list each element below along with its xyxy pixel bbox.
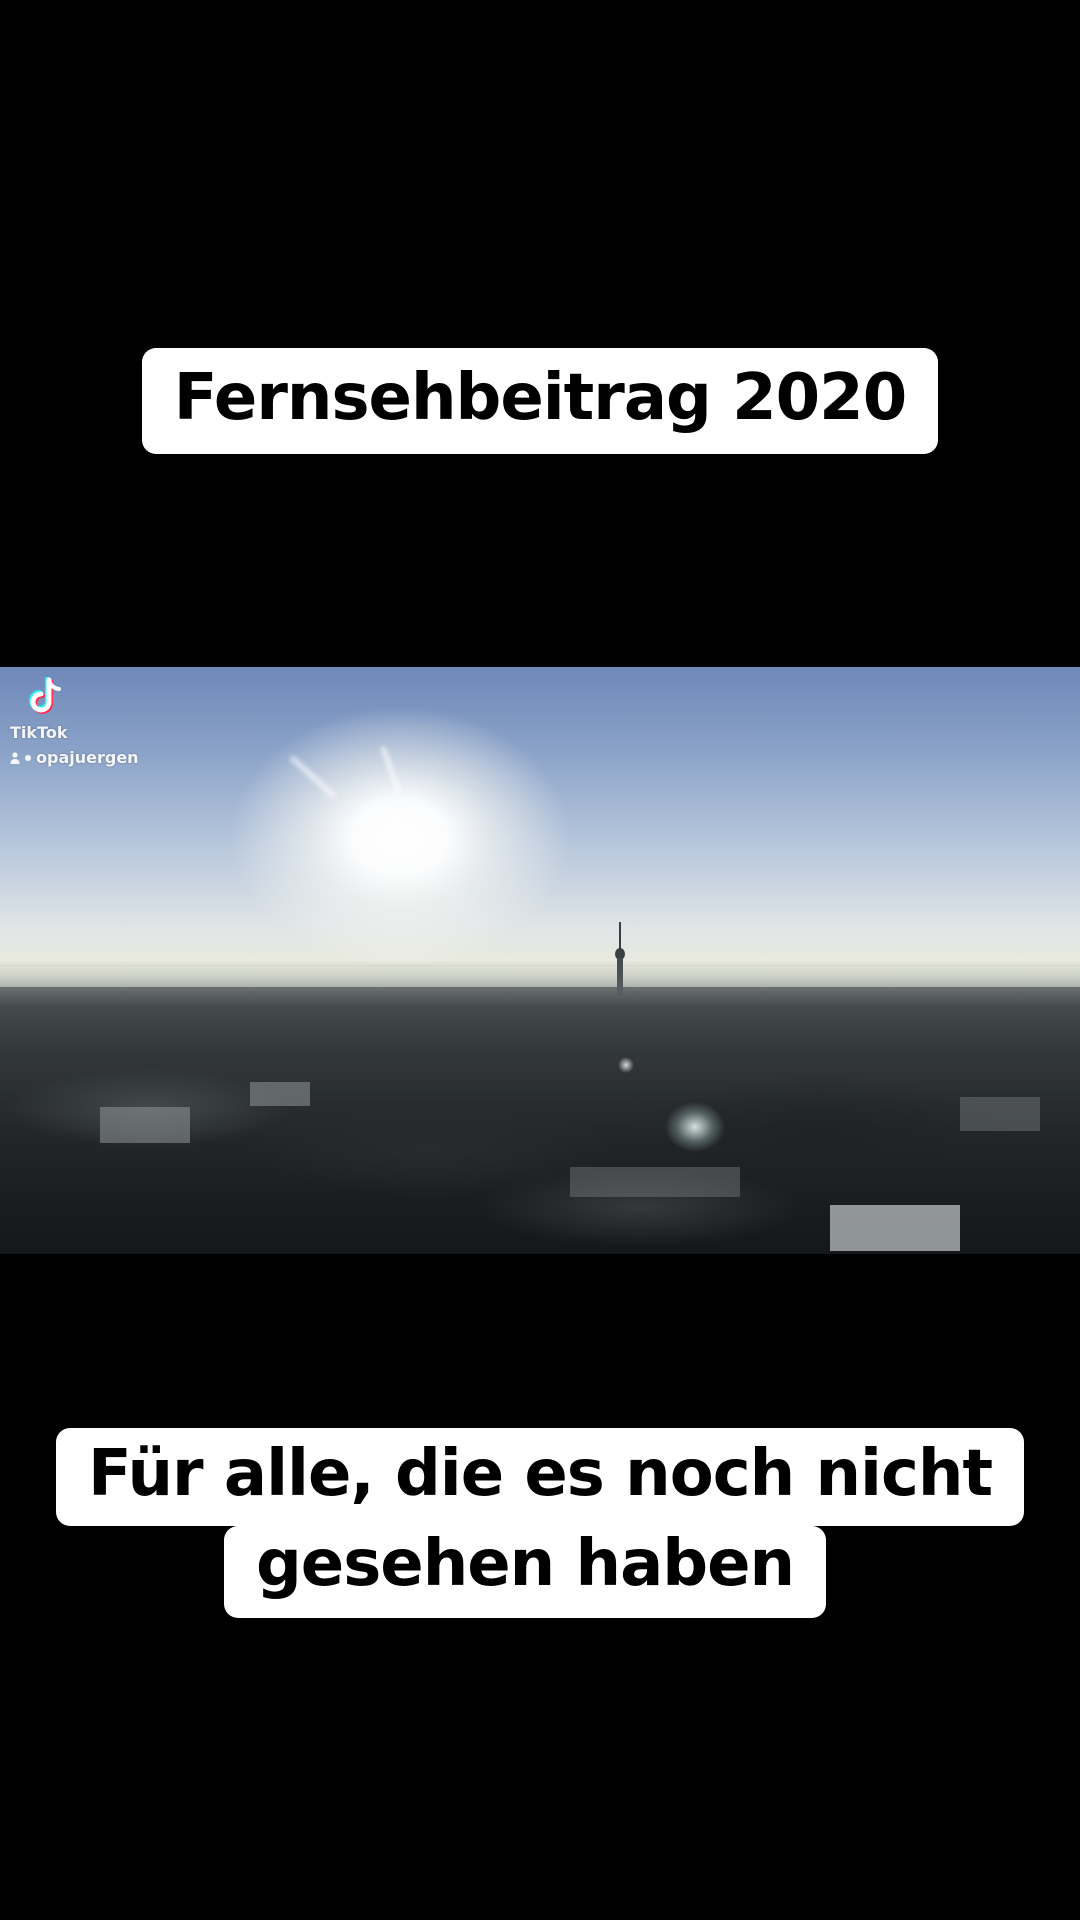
building <box>570 1167 740 1197</box>
caption-top: Fernsehbeitrag 2020 <box>0 348 1080 454</box>
caption-top-text: Fernsehbeitrag 2020 <box>141 348 939 454</box>
tv-tower-shaft <box>617 958 623 998</box>
user-icon <box>10 751 20 764</box>
caption-bottom-line-1: Für alle, die es noch nicht <box>55 1428 1025 1526</box>
tiktok-handle-row: opajuergen <box>10 748 139 767</box>
lens-flare-small <box>618 1057 634 1073</box>
caption-bottom-line-2: gesehen haben <box>223 1526 827 1618</box>
building <box>100 1107 190 1143</box>
tv-tower-spire <box>619 922 621 950</box>
handle-separator-dot <box>25 754 31 761</box>
building <box>830 1205 960 1251</box>
tiktok-handle: opajuergen <box>36 748 139 767</box>
tiktok-wordmark: TikTok <box>10 723 68 742</box>
video-stage[interactable]: Fernsehbeitrag 2020 TikTok opajuergen Fü… <box>0 0 1080 1920</box>
caption-bottom: Für alle, die es noch nicht gesehen habe… <box>0 1428 1080 1618</box>
sun-glow <box>230 707 570 967</box>
lens-flare <box>665 1102 725 1152</box>
tv-tower <box>614 922 626 998</box>
tiktok-logo-icon <box>29 677 61 714</box>
building <box>250 1082 310 1106</box>
embedded-video-frame: TikTok opajuergen <box>0 667 1080 1254</box>
tiktok-watermark: TikTok opajuergen <box>10 677 139 767</box>
building <box>960 1097 1040 1131</box>
